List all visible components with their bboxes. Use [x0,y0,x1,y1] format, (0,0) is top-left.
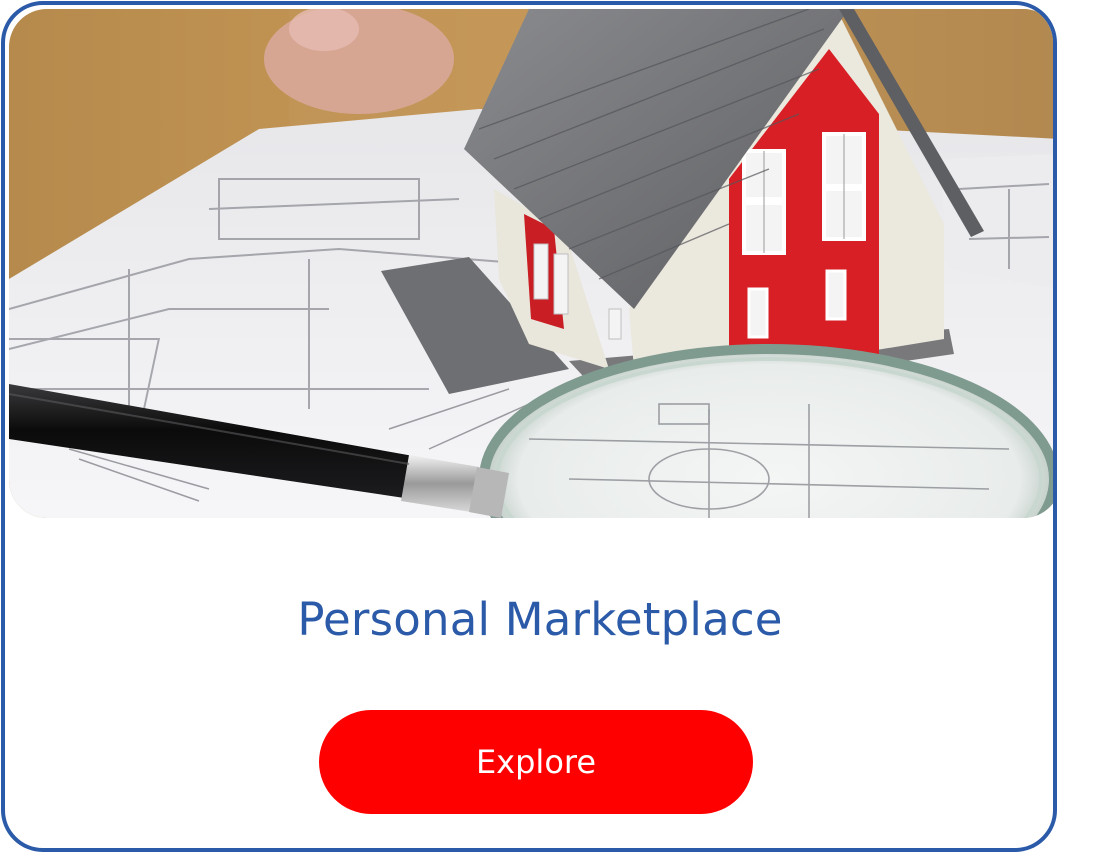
card-title: Personal Marketplace [297,593,783,646]
marketplace-card[interactable]: Personal Marketplace Explore [1,1,1057,852]
hero-image [9,9,1053,518]
explore-button[interactable]: Explore [319,710,753,814]
